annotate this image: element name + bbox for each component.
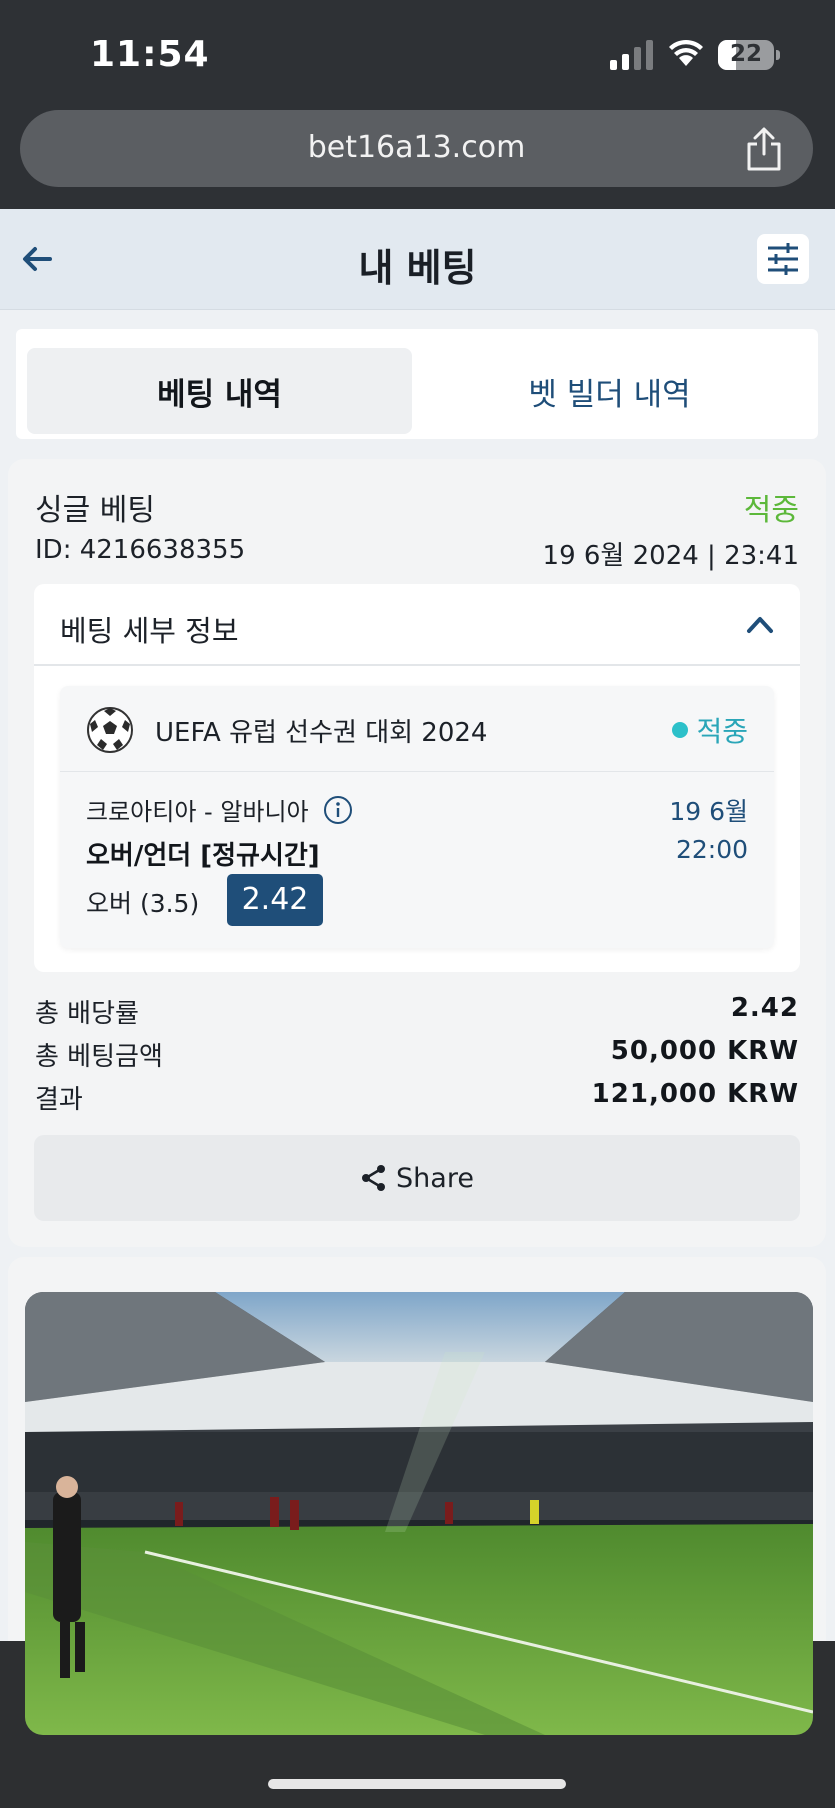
- status-bar: 11:54 22: [0, 0, 835, 105]
- app-header: 내 베팅: [0, 209, 835, 310]
- share-icon[interactable]: [742, 126, 786, 172]
- pick-label: 오버 (3.5): [86, 889, 200, 918]
- url-text: bet16a13.com: [307, 130, 526, 165]
- selection-status-label: 적중: [696, 715, 748, 748]
- chevron-up-icon[interactable]: [746, 614, 774, 634]
- filter-button[interactable]: [757, 234, 809, 284]
- selection-card: UEFA 유럽 선수권 대회 2024 적중 크로아티아 - 알바니아 19 6…: [60, 686, 774, 948]
- bet-status-badge: 적중: [743, 493, 799, 528]
- summary-label: 결과: [35, 1085, 83, 1115]
- wifi-icon: [669, 39, 703, 66]
- home-indicator[interactable]: [268, 1779, 566, 1789]
- soccer-ball-icon: [87, 707, 133, 753]
- selection-status: 적중: [672, 710, 748, 750]
- sliders-icon: [768, 243, 798, 275]
- summary-value: 50,000 KRW: [610, 1036, 799, 1066]
- status-time: 11:54: [90, 34, 210, 75]
- match-date: 19 6월: [669, 797, 748, 826]
- stadium-video-frame: [25, 1292, 813, 1735]
- market-name: 오버/언더 [정규시간]: [86, 841, 320, 871]
- video-player[interactable]: [25, 1292, 813, 1735]
- tab-bet-builder-history[interactable]: 벳 빌더 내역: [412, 348, 807, 434]
- bet-details-title: 베팅 세부 정보: [60, 614, 239, 648]
- tab-bar: 베팅 내역 벳 빌더 내역: [16, 329, 818, 439]
- summary-value: 121,000 KRW: [591, 1079, 799, 1109]
- bet-type: 싱글 베팅: [35, 493, 155, 528]
- summary-result: 결과 121,000 KRW: [35, 1079, 799, 1119]
- odds-badge: 2.42: [227, 874, 323, 926]
- summary-label: 총 배당률: [35, 999, 139, 1029]
- share-button[interactable]: Share: [34, 1135, 800, 1221]
- cellular-signal-icon: [610, 40, 653, 70]
- bet-details-panel: 베팅 세부 정보 UEFA 유럽 선수권 대회 2024 적중 크로아티아 - …: [34, 584, 800, 972]
- tab-bet-history[interactable]: 베팅 내역: [27, 348, 412, 434]
- bet-details-toggle[interactable]: 베팅 세부 정보: [34, 584, 800, 666]
- summary-total-odds: 총 배당률 2.42: [35, 993, 799, 1033]
- match-time: 22:00: [675, 835, 748, 864]
- status-dot-icon: [672, 722, 689, 738]
- league-name: UEFA 유럽 선수권 대회 2024: [155, 718, 488, 748]
- summary-label: 총 베팅금액: [35, 1042, 163, 1072]
- summary-total-stake: 총 베팅금액 50,000 KRW: [35, 1036, 799, 1076]
- share-label: Share: [396, 1162, 474, 1194]
- info-icon[interactable]: [323, 795, 353, 825]
- battery-icon: 22: [718, 40, 780, 70]
- summary-value: 2.42: [730, 993, 799, 1023]
- bet-card: 싱글 베팅 적중 ID: 4216638355 19 6월 2024 | 23:…: [8, 459, 826, 1247]
- bet-datetime: 19 6월 2024 | 23:41: [542, 541, 799, 571]
- url-bar[interactable]: bet16a13.com: [20, 110, 813, 187]
- share-nodes-icon: [362, 1165, 386, 1191]
- bet-id: ID: 4216638355: [35, 535, 246, 565]
- battery-level: 22: [729, 41, 762, 67]
- browser-chrome: bet16a13.com: [0, 105, 835, 209]
- selection-header: UEFA 유럽 선수권 대회 2024 적중: [60, 686, 774, 772]
- match-name: 크로아티아 - 알바니아: [86, 798, 309, 826]
- page-title: 내 베팅: [358, 246, 477, 290]
- match-row: 크로아티아 - 알바니아: [86, 792, 353, 827]
